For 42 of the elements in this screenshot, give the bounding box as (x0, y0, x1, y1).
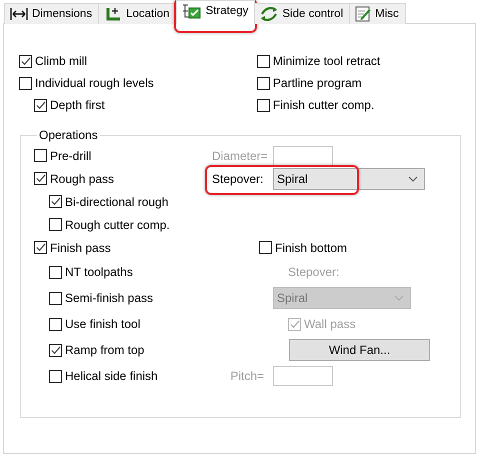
checkbox[interactable]: NT toolpaths (49, 265, 133, 279)
checkbox[interactable]: Climb mill (19, 54, 87, 68)
checkbox[interactable]: Finish bottom (259, 240, 348, 254)
checkmark-icon (289, 318, 300, 330)
field-label: Pitch= (229, 368, 264, 384)
dimension-arrows-icon (10, 7, 28, 21)
checkbox[interactable]: Depth first (34, 98, 105, 112)
field-label: Stepover: (288, 265, 340, 279)
checkmark-icon (35, 173, 46, 184)
checkbox[interactable]: Helical side finish (49, 369, 158, 383)
checkbox[interactable]: Semi-finish pass (49, 291, 154, 305)
checkmark-icon (35, 100, 46, 110)
field-label: Stepover: (212, 172, 264, 186)
checkbox[interactable]: Rough cutter comp. (49, 218, 170, 232)
checkbox[interactable]: Individual rough levels (19, 76, 154, 90)
group-title: Operations (38, 128, 99, 142)
chevron-down-icon (394, 295, 404, 301)
notepad-icon (355, 6, 372, 22)
curved-arrows-icon (260, 6, 278, 22)
checkmark-icon (50, 344, 61, 356)
checkmark-icon (20, 56, 31, 66)
wind-fan-button[interactable]: Wind Fan... (289, 339, 430, 361)
checkmark-icon (50, 196, 61, 207)
tab[interactable]: Strategy (176, 0, 256, 24)
checkbox[interactable]: Finish pass (34, 240, 111, 254)
chevron-down-icon (408, 176, 418, 182)
dropdown[interactable]: Spiral (273, 168, 425, 190)
axes-icon (104, 6, 122, 22)
tab[interactable]: Dimensions (4, 3, 100, 24)
checklist-icon (182, 3, 202, 19)
checkbox[interactable]: Rough pass (34, 172, 114, 186)
checkbox[interactable]: Pre-drill (34, 148, 92, 162)
tab[interactable]: Misc (349, 3, 406, 24)
checkbox[interactable]: Bi-directional rough (49, 194, 168, 208)
tab[interactable]: Location (98, 3, 177, 24)
checkbox[interactable]: Ramp from top (49, 343, 144, 357)
checkbox[interactable]: Partline program (256, 76, 362, 90)
checkmark-icon (35, 242, 46, 253)
checkbox[interactable]: Use finish tool (49, 317, 140, 331)
tab[interactable]: Side control (254, 3, 350, 24)
checkbox[interactable]: Minimize tool retract (256, 54, 380, 68)
checkbox[interactable]: Finish cutter comp. (256, 98, 374, 112)
